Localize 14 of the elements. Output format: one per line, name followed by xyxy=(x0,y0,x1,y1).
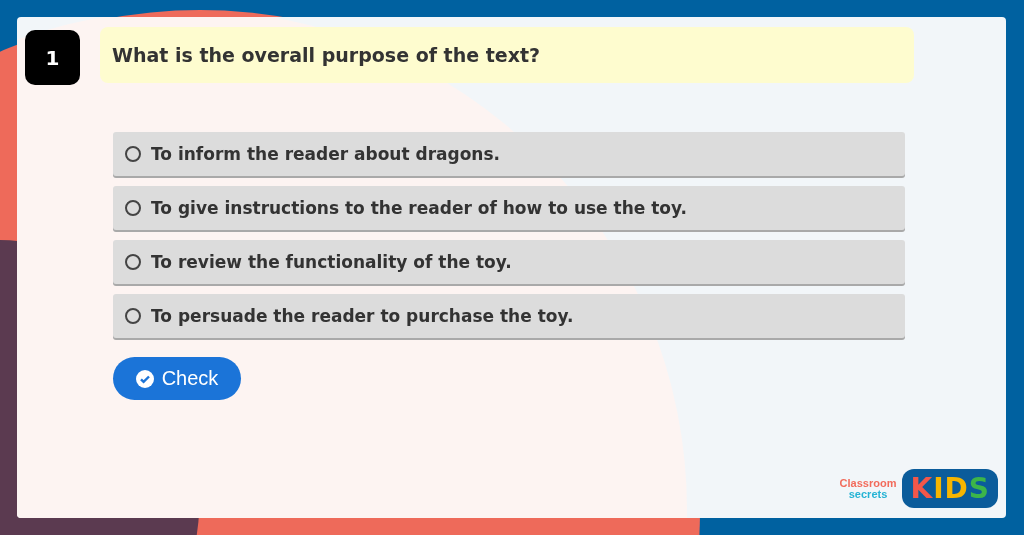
radio-button[interactable] xyxy=(125,200,141,216)
answer-option[interactable]: To review the functionality of the toy. xyxy=(113,240,905,284)
radio-button[interactable] xyxy=(125,254,141,270)
question-text: What is the overall purpose of the text? xyxy=(100,27,914,83)
check-circle-icon xyxy=(135,369,154,388)
question-number: 1 xyxy=(25,30,80,85)
radio-button[interactable] xyxy=(125,308,141,324)
brand-logo: Classroom secrets xyxy=(839,477,897,500)
answer-option[interactable]: To persuade the reader to purchase the toy. xyxy=(113,294,905,338)
answer-option[interactable]: To inform the reader about dragons. xyxy=(113,132,905,176)
kids-badge: KIDS xyxy=(902,469,998,508)
radio-button[interactable] xyxy=(125,146,141,162)
answer-option[interactable]: To give instructions to the reader of how to use the toy. xyxy=(113,186,905,230)
check-button[interactable]: Check xyxy=(113,357,241,400)
